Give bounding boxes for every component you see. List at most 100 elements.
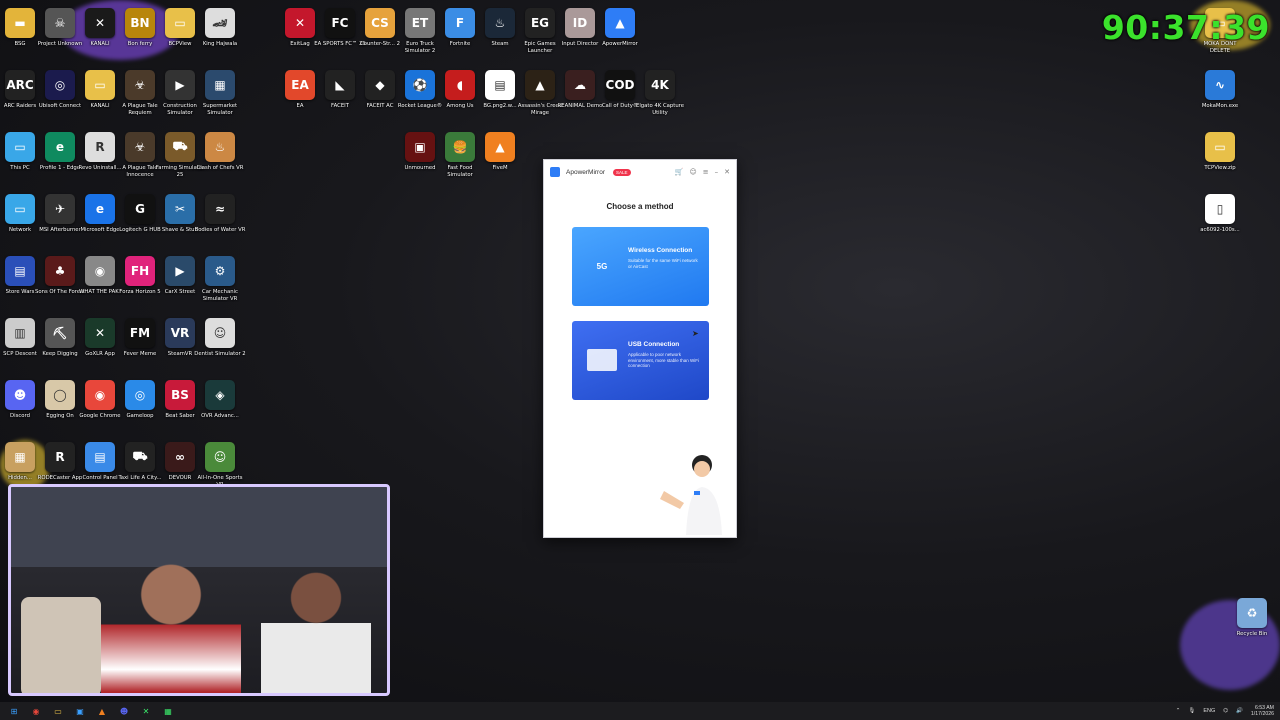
desktop-icon[interactable]: e Microsoft Edge [80,194,120,256]
desktop-icon[interactable]: ▤ BG.png2.w... [480,70,520,132]
desktop-icon[interactable]: e Profile 1 - Edge [40,132,80,194]
desktop-icon[interactable]: ▯ ac6092-100s... [1200,194,1240,256]
apowermirror-window[interactable]: ApowerMirror SALE 🛒 ☺ ≡ – ✕ Choose a met… [543,159,737,538]
app-icon: ▶ [165,70,195,100]
cart-icon[interactable]: 🛒 [675,168,684,176]
desktop-icon[interactable]: COD Call of Duty® [600,70,640,132]
desktop-icon[interactable]: FH Forza Horizon 5 [119,256,161,318]
desktop-icon[interactable]: ▣ Unmourned [400,132,440,194]
desktop-icon[interactable]: ⛟ Farming Simulator 25 [156,132,204,194]
desktop-icon[interactable]: ☣ A Plague Tale Innocence [120,132,160,194]
tray-chevron-icon[interactable]: ⌃ [1176,708,1181,714]
desktop-icon[interactable]: 🍔 Fast Food Simulator [440,132,480,194]
desktop-icon[interactable]: ∿ MokaMon.exe [1200,70,1240,132]
desktop-icon[interactable]: ▲ FiveM [480,132,520,194]
desktop-icon[interactable]: ▦ Supermarket Simulator [200,70,240,132]
desktop-icon[interactable]: BS Beat Saber [160,380,200,442]
wifi-tray-icon[interactable]: ⌬ [1223,708,1228,714]
desktop-icon[interactable]: ✈ MSI Afterburner [39,194,81,256]
desktop-icon[interactable]: EA EA [280,70,320,132]
desktop-icon[interactable]: ID Input Director [560,8,600,70]
desktop-icon[interactable]: ◣ FACEIT [320,70,360,132]
user-icon[interactable]: ☺ [689,168,696,176]
menu-icon[interactable]: ≡ [703,168,709,176]
minimize-icon[interactable]: – [715,168,719,176]
desktop-icon[interactable]: ▭ Network [0,194,40,256]
desktop-icon[interactable]: ◈ OVR Advanc... [200,380,240,442]
desktop-icon[interactable]: BN Bon ferry [120,8,160,70]
app-icon: ▤ [5,256,35,286]
mic-icon[interactable]: 🎙 [1188,708,1195,714]
desktop-icon[interactable]: ◉ Google Chrome [79,380,121,442]
app-icon: FC [325,8,355,38]
desktop-icon[interactable]: ▭ BCPView [160,8,200,70]
app-titlebar[interactable]: ApowerMirror SALE 🛒 ☺ ≡ – ✕ [544,160,736,184]
desktop-icon[interactable]: FM Fever Meme [120,318,160,380]
desktop-icon[interactable]: ▭ This PC [0,132,40,194]
close-icon[interactable]: ✕ [724,168,730,176]
discord-taskbar-icon[interactable]: ☻ [116,704,132,718]
explorer-taskbar-icon[interactable]: ▭ [50,704,66,718]
desktop-icon[interactable]: ◎ Gameloop [120,380,160,442]
app-icon: ▲ [525,70,555,100]
desktop-icon[interactable]: 4K Elgato 4K Capture Utility [636,70,684,132]
app-taskbar-icon[interactable]: ▦ [160,704,176,718]
desktop-icon[interactable]: G Logitech G HUB [119,194,161,256]
vlc-taskbar-icon[interactable]: ▲ [94,704,110,718]
app-icon: ☠ [45,8,75,38]
desktop-icon[interactable]: ♨ Clash of Chefs VR [197,132,243,194]
clock[interactable]: 6:53 AM 1/17/2026 [1251,705,1274,718]
desktop-icon[interactable]: ◖ Among Us [440,70,480,132]
desktop-icon[interactable]: ♣ Sons Of The Forest [35,256,85,318]
desktop-icon[interactable]: ☁ REANIMAL Demo [558,70,602,132]
desktop-icon[interactable]: ARC ARC Raiders [0,70,40,132]
desktop-icon[interactable]: R Revo Uninstall... [79,132,121,194]
app-icon: ☺ [205,442,235,472]
desktop-icon[interactable]: ◉ WHAT THE PAK! [79,256,121,318]
desktop-icon[interactable]: ◯ Egging On [40,380,80,442]
wireless-connection-card[interactable]: 5G Wireless Connection Suitable for the … [572,227,709,306]
desktop-icon[interactable]: ♨ Steam [480,8,520,70]
desktop-icon[interactable]: ▲ Assassin's Creed Mirage [518,70,562,132]
desktop-icon[interactable]: VR SteamVR [160,318,200,380]
desktop-icon[interactable]: 🏎 King Hajwala [200,8,240,70]
desktop-icon[interactable]: FC EA SPORTS FC™ 26 [314,8,366,70]
desktop-icon[interactable]: ▥ SCP Descent [0,318,40,380]
goxlr-taskbar-icon[interactable]: ✕ [138,704,154,718]
desktop-icon[interactable]: ⛏ Keep Digging [40,318,80,380]
desktop-icon[interactable]: ▶ Construction Simulator [160,70,200,132]
desktop-icon[interactable]: ✂ Shave & Stuff [160,194,200,256]
desktop-icon[interactable]: ◎ Ubisoft Connect [39,70,81,132]
desktop-icon[interactable]: ⚙ Car Mechanic Simulator VR [200,256,240,318]
desktop-icon[interactable]: ▭ KANALI [80,70,120,132]
desktop-icon-recycle-bin[interactable]: ♻ Recycle Bin [1232,598,1272,660]
desktop-icon[interactable]: ☺ Dentist Simulator 2 [194,318,246,380]
desktop-icon[interactable]: ✕ ExitLag [280,8,320,70]
desktop-icon[interactable]: ≈ Bodies of Water VR [195,194,245,256]
desktop-icon[interactable]: ⚽ Rocket League® [398,70,442,132]
desktop-icon[interactable]: ◆ FACEIT AC [360,70,400,132]
desktop-icon[interactable]: ☣ A Plague Tale Requiem [120,70,160,132]
desktop-icon[interactable]: F Fortnite [440,8,480,70]
desktop-icon[interactable]: ☻ Discord [0,380,40,442]
desktop-icon[interactable]: ▭ TCPView.zip [1200,132,1240,194]
chrome-taskbar-icon[interactable]: ◉ [28,704,44,718]
sale-badge[interactable]: SALE [613,168,631,176]
usb-computer-icon [586,343,618,377]
desktop-icon[interactable]: ▤ Store Wars [0,256,40,318]
desktop-icon[interactable]: ✕ KANALI [80,8,120,70]
desktop-icon[interactable]: ▲ ApowerMirror [600,8,640,70]
desktop-icon[interactable]: EG Epic Games Launcher [520,8,560,70]
volume-icon[interactable]: 🔊 [1236,708,1243,714]
desktop-icon[interactable]: ▬ BSG [0,8,40,70]
desktop-icon[interactable]: ET Euro Truck Simulator 2 [400,8,440,70]
terminal-taskbar-icon[interactable]: ▣ [72,704,88,718]
windows-start-icon[interactable]: ⊞ [6,704,22,718]
desktop-icon[interactable]: ☠ Project Unknown [38,8,82,70]
desktop-icon[interactable]: ▶ CarX Street [160,256,200,318]
app-icon: ARC [5,70,35,100]
desktop-icon[interactable]: CS Counter-Str... 2 [360,8,400,70]
language-indicator[interactable]: ENG [1203,708,1215,714]
usb-connection-card[interactable]: USB Connection Applicable to poor networ… [572,321,709,400]
desktop-icon[interactable]: ✕ GoXLR App [80,318,120,380]
